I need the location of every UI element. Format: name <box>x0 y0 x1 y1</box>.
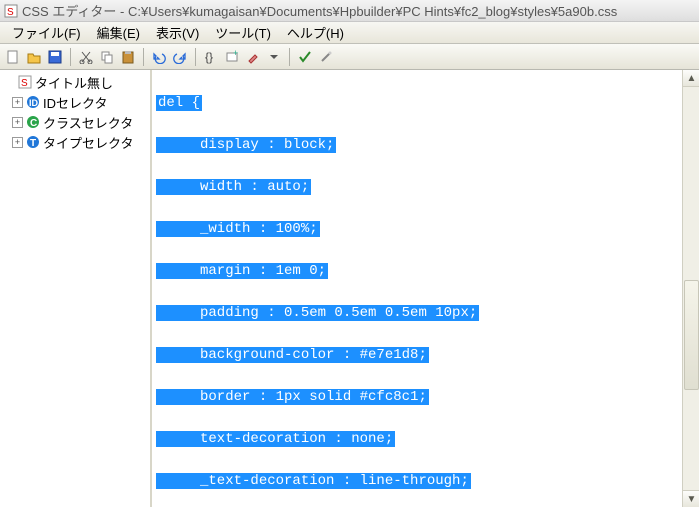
svg-text:T: T <box>30 138 36 149</box>
svg-text:ID: ID <box>29 98 39 108</box>
add-rule-icon[interactable]: + <box>223 48 241 66</box>
new-file-icon[interactable] <box>4 48 22 66</box>
svg-text:+: + <box>233 50 238 58</box>
toolbar-separator <box>195 48 196 66</box>
tree-panel: S タイトル無し + ID IDセレクタ + C クラスセレクタ + T タイプ… <box>0 70 152 507</box>
svg-text:{}: {} <box>205 50 213 64</box>
id-selector-icon: ID <box>26 95 40 109</box>
expand-icon[interactable]: + <box>12 97 23 108</box>
brace-icon[interactable]: {} <box>202 48 220 66</box>
menu-view[interactable]: 表示(V) <box>148 21 207 44</box>
expand-icon[interactable]: + <box>12 137 23 148</box>
expand-icon[interactable]: + <box>12 117 23 128</box>
menu-bar: ファイル(F) 編集(E) 表示(V) ツール(T) ヘルプ(H) <box>0 22 699 44</box>
toolbar: {} + <box>0 44 699 70</box>
tree-root-label: タイトル無し <box>35 73 113 92</box>
save-icon[interactable] <box>46 48 64 66</box>
toolbar-separator <box>143 48 144 66</box>
code-line: del { <box>156 95 202 111</box>
menu-help[interactable]: ヘルプ(H) <box>279 21 352 44</box>
tree-type-label: タイプセレクタ <box>43 133 133 152</box>
menu-edit[interactable]: 編集(E) <box>89 21 148 44</box>
toolbar-separator <box>70 48 71 66</box>
code-line: border : 1px solid #cfc8c1; <box>156 389 429 405</box>
toolbar-separator <box>289 48 290 66</box>
title-bar: S CSS エディター - C:¥Users¥kumagaisan¥Docume… <box>0 0 699 22</box>
tree-root[interactable]: S タイトル無し <box>0 72 150 92</box>
code-line: _width : 100%; <box>156 221 320 237</box>
dropdown-arrow-icon[interactable] <box>265 48 283 66</box>
code-editor[interactable]: del { display : block; width : auto; _wi… <box>152 70 699 507</box>
open-icon[interactable] <box>25 48 43 66</box>
editor-pane: del { display : block; width : auto; _wi… <box>152 70 699 507</box>
code-line: _text-decoration : line-through; <box>156 473 471 489</box>
code-line: margin : 1em 0; <box>156 263 328 279</box>
svg-text:S: S <box>7 7 14 18</box>
code-line: background-color : #e7e1d8; <box>156 347 429 363</box>
code-line: width : auto; <box>156 179 311 195</box>
main-area: S タイトル無し + ID IDセレクタ + C クラスセレクタ + T タイプ… <box>0 70 699 507</box>
tree-item-type[interactable]: + T タイプセレクタ <box>0 132 150 152</box>
style-root-icon: S <box>18 75 32 89</box>
paste-icon[interactable] <box>119 48 137 66</box>
svg-text:C: C <box>30 118 37 129</box>
tree-class-label: クラスセレクタ <box>43 113 133 132</box>
class-selector-icon: C <box>26 115 40 129</box>
scroll-up-icon[interactable]: ▲ <box>683 70 699 87</box>
code-line: padding : 0.5em 0.5em 0.5em 10px; <box>156 305 479 321</box>
copy-icon[interactable] <box>98 48 116 66</box>
vertical-scrollbar[interactable]: ▲ ▼ <box>682 70 699 507</box>
svg-text:S: S <box>21 78 28 89</box>
app-icon: S <box>4 4 18 18</box>
code-line: text-decoration : none; <box>156 431 395 447</box>
wand-icon[interactable] <box>317 48 335 66</box>
tree-id-label: IDセレクタ <box>43 93 107 112</box>
scroll-down-icon[interactable]: ▼ <box>683 490 699 507</box>
menu-tool[interactable]: ツール(T) <box>207 21 279 44</box>
scroll-thumb[interactable] <box>684 280 699 390</box>
redo-icon[interactable] <box>171 48 189 66</box>
menu-file[interactable]: ファイル(F) <box>4 21 89 44</box>
tree-spacer <box>4 77 15 88</box>
code-line: display : block; <box>156 137 336 153</box>
tree-item-class[interactable]: + C クラスセレクタ <box>0 112 150 132</box>
check-icon[interactable] <box>296 48 314 66</box>
type-selector-icon: T <box>26 135 40 149</box>
brush-icon[interactable] <box>244 48 262 66</box>
window-title: CSS エディター - C:¥Users¥kumagaisan¥Document… <box>22 1 617 20</box>
cut-icon[interactable] <box>77 48 95 66</box>
tree-item-id[interactable]: + ID IDセレクタ <box>0 92 150 112</box>
undo-icon[interactable] <box>150 48 168 66</box>
